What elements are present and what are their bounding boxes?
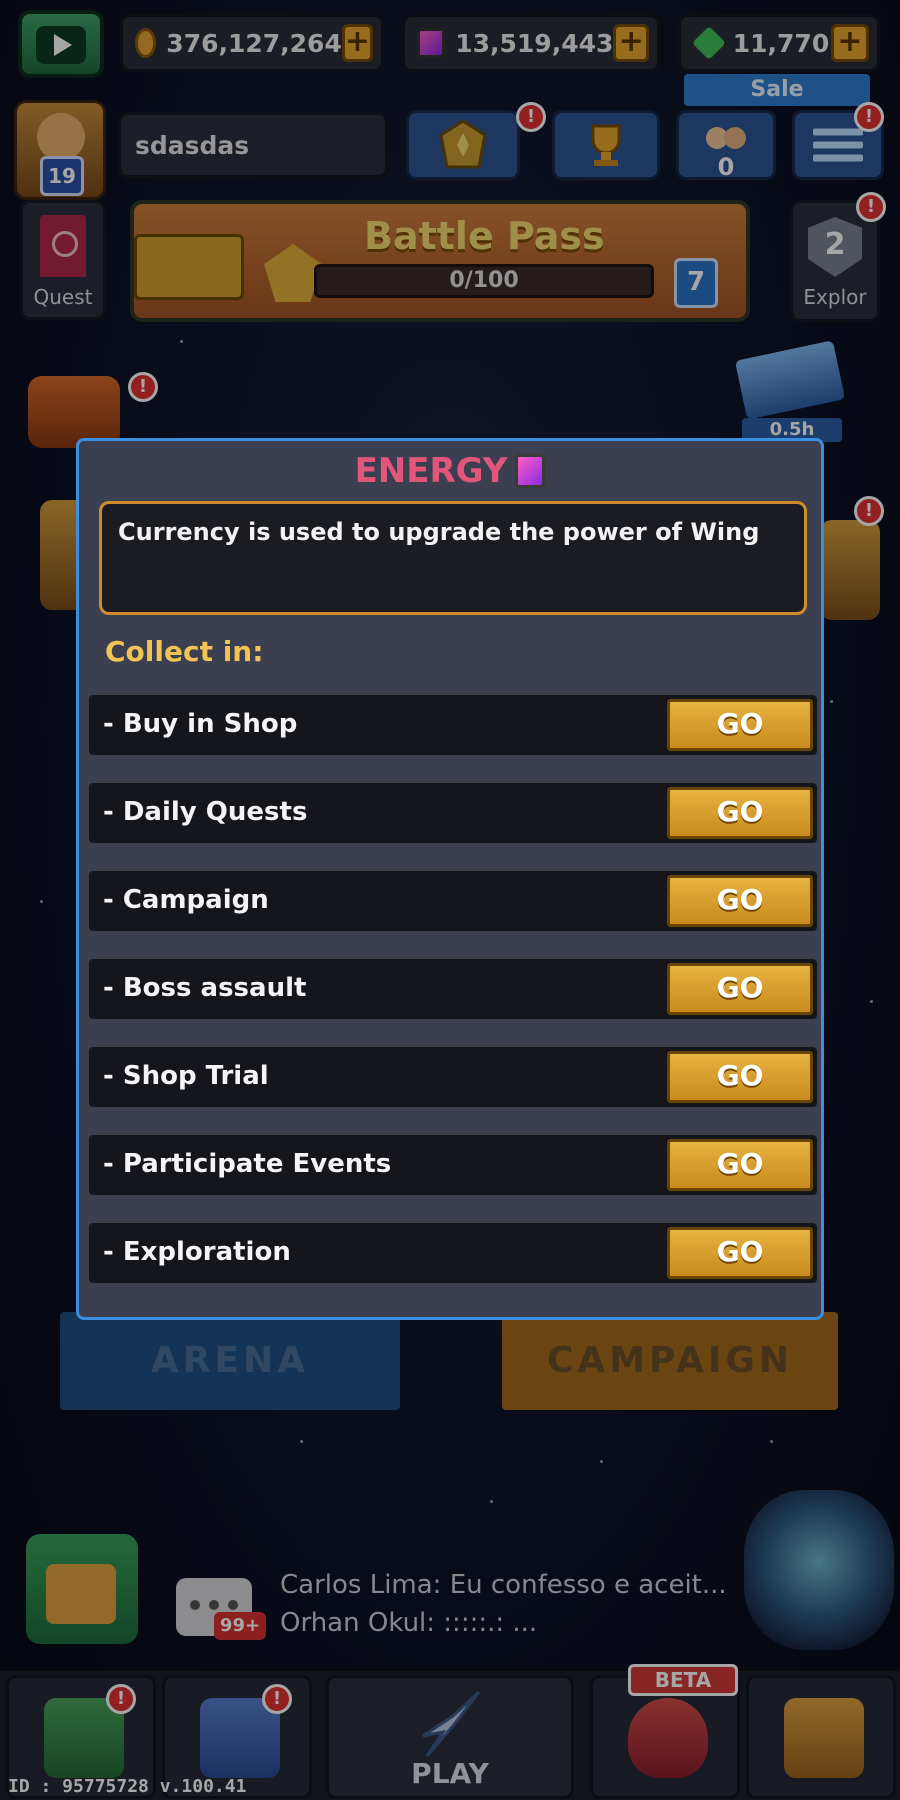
go-button-shop-trial[interactable]: GO [667,1051,813,1103]
go-button-campaign[interactable]: GO [667,875,813,927]
go-button-boss-assault[interactable]: GO [667,963,813,1015]
source-label: - Shop Trial [103,1061,269,1091]
source-label: - Daily Quests [103,797,308,827]
source-row-daily-quests: - Daily Quests GO [89,783,817,843]
energy-icon [515,454,546,488]
go-button-daily-quests[interactable]: GO [667,787,813,839]
source-row-boss-assault: - Boss assault GO [89,959,817,1019]
currency-description: Currency is used to upgrade the power of… [99,501,807,615]
modal-title-text: ENERGY [354,451,508,491]
go-button-buy-in-shop[interactable]: GO [667,699,813,751]
energy-info-modal: ENERGY Currency is used to upgrade the p… [76,438,824,1320]
go-button-exploration[interactable]: GO [667,1227,813,1279]
source-label: - Participate Events [103,1149,392,1179]
source-row-exploration: - Exploration GO [89,1223,817,1283]
source-label: - Boss assault [103,973,307,1003]
modal-title: ENERGY [79,451,821,491]
source-row-participate-events: - Participate Events GO [89,1135,817,1195]
source-label: - Exploration [103,1237,291,1267]
source-label: - Buy in Shop [103,709,298,739]
source-row-buy-in-shop: - Buy in Shop GO [89,695,817,755]
source-row-shop-trial: - Shop Trial GO [89,1047,817,1107]
source-row-campaign: - Campaign GO [89,871,817,931]
source-label: - Campaign [103,885,269,915]
collect-in-heading: Collect in: [105,635,264,668]
go-button-participate-events[interactable]: GO [667,1139,813,1191]
